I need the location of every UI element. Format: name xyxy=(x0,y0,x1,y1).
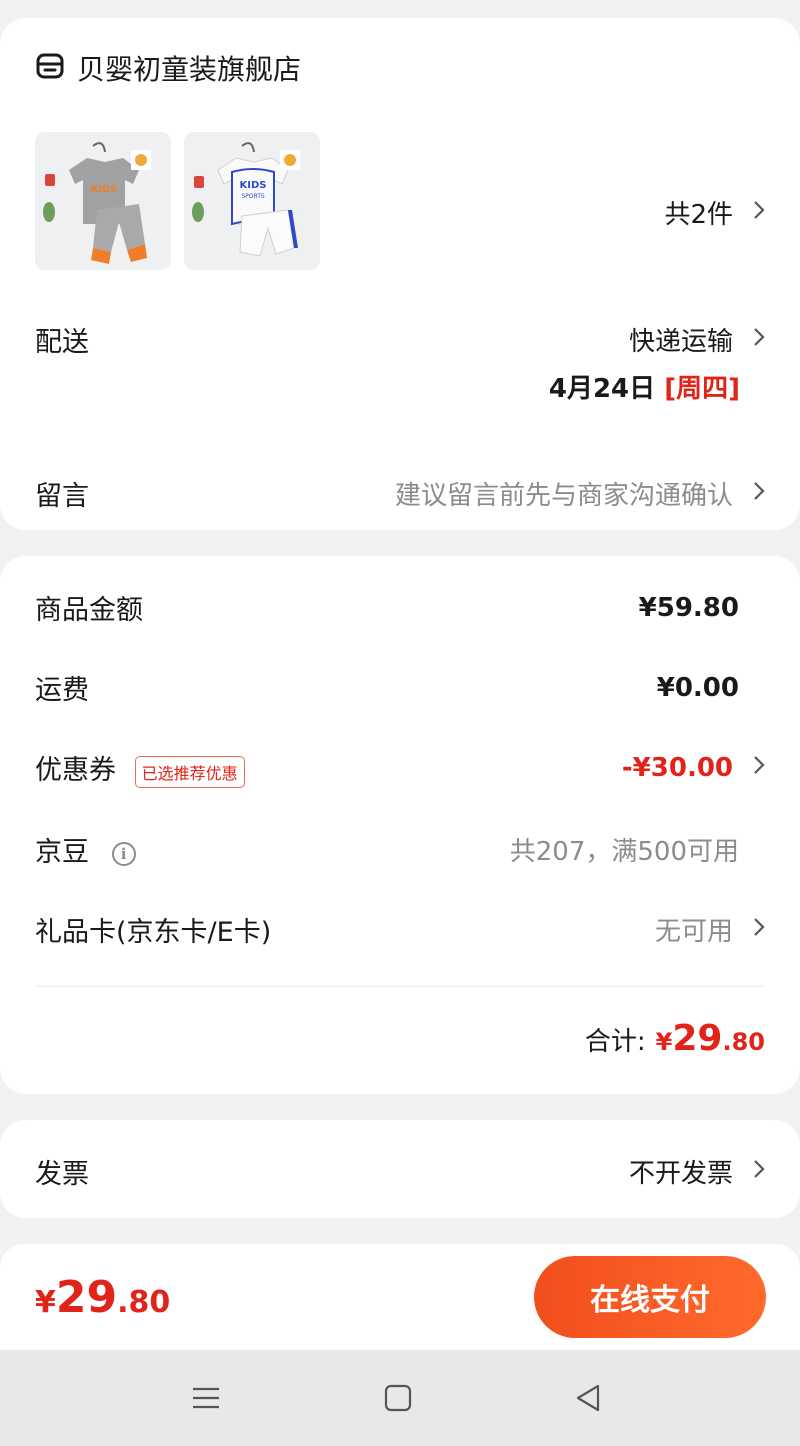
delivery-method: 快递运输 xyxy=(629,321,765,358)
coupon-label-group: 优惠券 已选推荐优惠 xyxy=(35,748,245,788)
coupon-row[interactable]: 优惠券 已选推荐优惠 -¥30.00 xyxy=(35,748,765,788)
price-summary-card: 商品金额 ¥59.80 运费 ¥0.00 优惠券 已选推荐优惠 -¥30.00 … xyxy=(0,556,800,1094)
product-thumbnail-1[interactable]: KIDS xyxy=(35,132,171,270)
chevron-right-icon xyxy=(739,1159,765,1185)
total-integer: 29 xyxy=(672,1018,723,1059)
gift-card-label: 礼品卡(京东卡/E卡) xyxy=(35,917,272,948)
pay-amount: ¥ 29 .80 xyxy=(35,1272,170,1323)
item-count-link[interactable]: 共2件 xyxy=(664,194,765,231)
total-decimal: .80 xyxy=(722,1028,765,1056)
item-count: 共2件 xyxy=(664,200,733,230)
delivery-date-text: 4月24日 xyxy=(548,374,656,404)
svg-text:SPORTS: SPORTS xyxy=(241,193,265,200)
jd-beans-value: 共207，满500可用 xyxy=(509,837,739,867)
invoice-status: 不开发票 xyxy=(628,1159,733,1189)
product-thumbnail-2[interactable]: KIDS SPORTS xyxy=(184,132,320,270)
coupon-value: -¥30.00 xyxy=(622,753,765,783)
store-header[interactable]: 贝婴初童装旗舰店 xyxy=(35,48,301,88)
invoice-row[interactable]: 发票 不开发票 xyxy=(35,1152,765,1191)
coupon-label: 优惠券 xyxy=(35,755,116,786)
pay-integer: 29 xyxy=(55,1272,118,1323)
pay-currency: ¥ xyxy=(35,1285,56,1320)
info-icon[interactable]: i xyxy=(111,841,136,866)
delivery-date: 4月24日 [周四] xyxy=(549,368,740,405)
chevron-right-icon xyxy=(739,755,765,781)
jd-beans-label-group: 京豆 i xyxy=(35,830,136,869)
goods-amount-value: ¥59.80 xyxy=(638,592,739,623)
delivery-weekday: [周四] xyxy=(664,374,740,404)
home-icon[interactable] xyxy=(382,1382,414,1414)
shipping-label: 运费 xyxy=(35,675,89,706)
chevron-right-icon xyxy=(739,481,765,507)
delivery-row[interactable]: 配送 快递运输 xyxy=(35,320,765,359)
svg-text:KIDS: KIDS xyxy=(240,180,267,191)
menu-icon[interactable] xyxy=(190,1382,222,1414)
gift-card-row[interactable]: 礼品卡(京东卡/E卡) 无可用 xyxy=(35,910,765,949)
coupon-amount: -¥30.00 xyxy=(621,752,733,783)
chevron-right-icon xyxy=(739,917,765,943)
total-currency: ¥ xyxy=(655,1028,673,1056)
gift-card-value: 无可用 xyxy=(655,911,765,948)
message-row[interactable]: 留言 建议留言前先与商家沟通确认 xyxy=(35,474,765,513)
shipping-value: ¥0.00 xyxy=(656,672,739,703)
jd-beans-label: 京豆 xyxy=(35,837,89,868)
invoice-card: 发票 不开发票 xyxy=(0,1120,800,1218)
invoice-label: 发票 xyxy=(35,1159,89,1190)
gift-card-status: 无可用 xyxy=(654,917,733,947)
pay-decimal: .80 xyxy=(117,1285,171,1320)
shipping-row: 运费 ¥0.00 xyxy=(35,668,765,707)
back-icon[interactable] xyxy=(572,1382,604,1414)
store-name: 贝婴初童装旗舰店 xyxy=(77,53,302,86)
checkout-bar: ¥ 29 .80 在线支付 xyxy=(0,1244,800,1350)
system-nav-bar xyxy=(0,1350,800,1446)
message-placeholder: 建议留言前先与商家沟通确认 xyxy=(394,481,733,511)
message-label: 留言 xyxy=(35,481,89,512)
jd-beans-row: 京豆 i 共207，满500可用 xyxy=(35,830,765,869)
invoice-value: 不开发票 xyxy=(629,1153,765,1190)
coupon-tag: 已选推荐优惠 xyxy=(134,755,245,788)
delivery-method-text: 快递运输 xyxy=(628,327,733,357)
chevron-right-icon xyxy=(739,327,765,353)
store-icon xyxy=(35,51,65,85)
total-label: 合计: xyxy=(584,1027,646,1057)
pay-online-button[interactable]: 在线支付 xyxy=(534,1256,766,1338)
svg-text:KIDS: KIDS xyxy=(91,184,118,195)
chevron-right-icon xyxy=(739,200,765,226)
goods-amount-row: 商品金额 ¥59.80 xyxy=(35,588,765,627)
goods-amount-label: 商品金额 xyxy=(35,595,143,626)
divider xyxy=(35,986,765,987)
store-card: 贝婴初童装旗舰店 KIDS KIDS SPORTS 共2件 配送 快递运输 4月… xyxy=(0,18,800,530)
message-input[interactable]: 建议留言前先与商家沟通确认 xyxy=(395,475,765,512)
delivery-label: 配送 xyxy=(35,327,89,358)
total-row: 合计: ¥ 29 .80 xyxy=(585,1018,765,1059)
